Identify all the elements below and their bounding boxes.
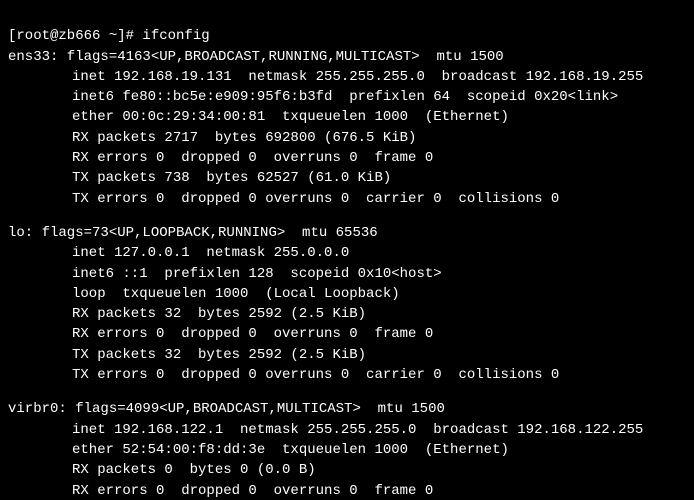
iface-detail-line: inet6 ::1 prefixlen 128 scopeid 0x10<hos… — [8, 264, 686, 284]
interfaces-output: ens33: flags=4163<UP,BROADCAST,RUNNING,M… — [8, 47, 686, 500]
iface-detail-line: TX packets 738 bytes 62527 (61.0 KiB) — [8, 168, 686, 188]
iface-detail-line: ether 00:0c:29:34:00:81 txqueuelen 1000 … — [8, 107, 686, 127]
iface-detail-line: inet 192.168.122.1 netmask 255.255.255.0… — [8, 420, 686, 440]
iface-header: ens33: flags=4163<UP,BROADCAST,RUNNING,M… — [8, 47, 686, 67]
iface-detail-line: TX errors 0 dropped 0 overruns 0 carrier… — [8, 365, 686, 385]
iface-detail-line: inet 127.0.0.1 netmask 255.0.0.0 — [8, 243, 686, 263]
iface-lo: lo: flags=73<UP,LOOPBACK,RUNNING> mtu 65… — [8, 223, 686, 385]
typed-command: ifconfig — [142, 28, 209, 44]
iface-virbr0: virbr0: flags=4099<UP,BROADCAST,MULTICAS… — [8, 399, 686, 500]
iface-detail-line: RX errors 0 dropped 0 overruns 0 frame 0 — [8, 148, 686, 168]
iface-detail-line: TX packets 32 bytes 2592 (2.5 KiB) — [8, 345, 686, 365]
iface-detail-line: RX packets 0 bytes 0 (0.0 B) — [8, 460, 686, 480]
iface-detail-line: RX packets 32 bytes 2592 (2.5 KiB) — [8, 304, 686, 324]
shell-prompt: [root@zb666 ~]# — [8, 28, 142, 44]
iface-detail-line: inet6 fe80::bc5e:e909:95f6:b3fd prefixle… — [8, 87, 686, 107]
iface-detail-line: RX errors 0 dropped 0 overruns 0 frame 0 — [8, 324, 686, 344]
iface-header: lo: flags=73<UP,LOOPBACK,RUNNING> mtu 65… — [8, 223, 686, 243]
iface-detail-line: ether 52:54:00:f8:dd:3e txqueuelen 1000 … — [8, 440, 686, 460]
iface-ens33: ens33: flags=4163<UP,BROADCAST,RUNNING,M… — [8, 47, 686, 209]
iface-detail-line: RX packets 2717 bytes 692800 (676.5 KiB) — [8, 128, 686, 148]
iface-header: virbr0: flags=4099<UP,BROADCAST,MULTICAS… — [8, 399, 686, 419]
prompt-line[interactable]: [root@zb666 ~]# ifconfig — [8, 26, 686, 46]
iface-detail-line: loop txqueuelen 1000 (Local Loopback) — [8, 284, 686, 304]
iface-detail-line: inet 192.168.19.131 netmask 255.255.255.… — [8, 67, 686, 87]
iface-detail-line: RX errors 0 dropped 0 overruns 0 frame 0 — [8, 481, 686, 500]
iface-detail-line: TX errors 0 dropped 0 overruns 0 carrier… — [8, 189, 686, 209]
terminal-output: [root@zb666 ~]# ifconfigens33: flags=416… — [0, 0, 694, 500]
